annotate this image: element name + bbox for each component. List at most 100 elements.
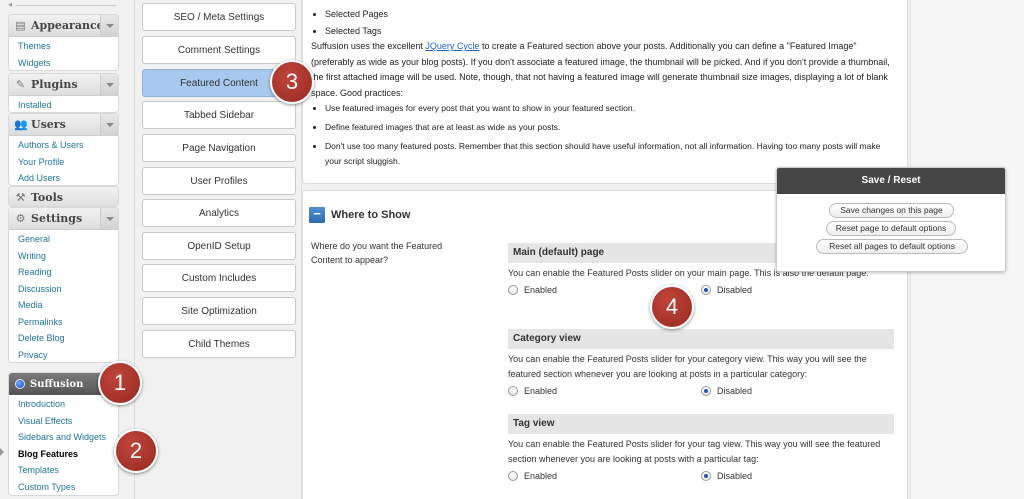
menu-label-appearance: Appearance: [31, 19, 104, 32]
menu-appearance: ▤ Appearance Themes Widgets: [8, 14, 119, 71]
menu-head-plugins[interactable]: ✎ Plugins: [9, 74, 118, 96]
suffusion-logo-icon: [15, 379, 25, 389]
sidebar-item-add-users[interactable]: Add Users: [9, 170, 118, 185]
tab-site-optimization[interactable]: Site Optimization: [142, 297, 296, 325]
sidebar-item-templates[interactable]: Templates: [9, 462, 118, 479]
reset-page-button[interactable]: Reset page to default options: [826, 221, 956, 236]
sidebar-item-authors-users[interactable]: Authors & Users: [9, 137, 118, 154]
tab-custom-includes[interactable]: Custom Includes: [142, 264, 296, 292]
collapse-menu-toggle[interactable]: ◂: [8, 0, 118, 9]
radio-circle[interactable]: [508, 285, 518, 295]
menu-head-settings[interactable]: ⚙ Settings: [9, 208, 118, 230]
sidebar-item-writing[interactable]: Writing: [9, 248, 118, 265]
tab-seo-meta-settings[interactable]: SEO / Meta Settings: [142, 3, 296, 31]
tab-tabbed-sidebar[interactable]: Tabbed Sidebar: [142, 101, 296, 129]
list-item: Selected Pages: [325, 6, 899, 23]
sidebar-item-sidebars-widgets[interactable]: Sidebars and Widgets: [9, 429, 118, 446]
tab-comment-settings[interactable]: Comment Settings: [142, 36, 296, 64]
radio-disabled[interactable]: Disabled: [701, 285, 752, 295]
divider: [16, 5, 116, 6]
reset-all-pages-button[interactable]: Reset all pages to default options: [816, 239, 968, 254]
tab-page-navigation[interactable]: Page Navigation: [142, 134, 296, 162]
radio-circle-selected[interactable]: [701, 386, 711, 396]
callout-1: 1: [98, 361, 142, 405]
menu-label-settings: Settings: [31, 212, 83, 225]
sidebar-item-custom-types[interactable]: Custom Types: [9, 479, 118, 496]
expand-toggle[interactable]: [100, 114, 118, 135]
radio-enabled[interactable]: Enabled: [508, 471, 557, 481]
sidebar-item-privacy[interactable]: Privacy: [9, 347, 118, 363]
callout-2: 2: [114, 429, 158, 473]
radio-enabled[interactable]: Enabled: [508, 386, 557, 396]
expand-toggle[interactable]: [100, 74, 118, 95]
radio-label: Disabled: [717, 471, 753, 481]
intro-text-pre: Suffusion uses the excellent: [311, 41, 426, 51]
sidebar-item-installed[interactable]: Installed: [9, 97, 118, 112]
radio-circle-selected[interactable]: [701, 471, 711, 481]
save-reset-box: Save / Reset Save changes on this page R…: [776, 167, 1006, 272]
option-category-view: Category view You can enable the Feature…: [508, 329, 894, 402]
sidebar-item-blog-features[interactable]: Blog Features: [9, 446, 118, 463]
sidebar-item-introduction[interactable]: Introduction: [9, 396, 118, 413]
radio-disabled[interactable]: Disabled: [701, 386, 752, 396]
menu-label-plugins: Plugins: [31, 78, 78, 91]
save-reset-title: Save / Reset: [777, 168, 1005, 194]
radio-label: Disabled: [717, 285, 753, 295]
radio-circle[interactable]: [508, 471, 518, 481]
radio-enabled[interactable]: Enabled: [508, 285, 557, 295]
featured-description-panel: Selected Pages Selected Tags Suffusion u…: [302, 0, 908, 184]
menu-users: 👥 Users Authors & Users Your Profile Add…: [8, 113, 119, 186]
featured-intro-paragraph: Suffusion uses the excellent JQuery Cycl…: [311, 39, 899, 101]
menu-tools: ⚒ Tools: [8, 186, 119, 207]
expand-toggle[interactable]: [100, 15, 118, 36]
menu-label-suffusion: Suffusion: [30, 378, 84, 390]
plug-icon: ✎: [15, 78, 26, 91]
section-title: Where to Show: [331, 209, 411, 221]
menu-label-users: Users: [31, 118, 66, 131]
sidebar-item-discussion[interactable]: Discussion: [9, 281, 118, 298]
tab-child-themes[interactable]: Child Themes: [142, 330, 296, 358]
option-title: Tag view: [508, 414, 894, 434]
sidebar-item-general[interactable]: General: [9, 231, 118, 248]
callout-4: 4: [650, 285, 694, 329]
sidebar-item-your-profile[interactable]: Your Profile: [9, 154, 118, 171]
where-question-label: Where do you want the Featured Content t…: [311, 241, 443, 265]
list-item: Use featured images for every post that …: [325, 101, 899, 116]
where-to-show-header: − Where to Show: [309, 207, 410, 223]
radio-label: Enabled: [524, 471, 558, 481]
admin-sidebar: ◂ ▤ Appearance Themes Widgets ✎ Plugins …: [0, 0, 126, 499]
sidebar-item-widgets[interactable]: Widgets: [9, 55, 118, 71]
sidebar-item-permalinks[interactable]: Permalinks: [9, 314, 118, 331]
menu-head-appearance[interactable]: ▤ Appearance: [9, 15, 118, 37]
tab-user-profiles[interactable]: User Profiles: [142, 167, 296, 195]
list-item: Define featured images that are at least…: [325, 120, 899, 135]
radio-disabled[interactable]: Disabled: [701, 471, 752, 481]
tab-analytics[interactable]: Analytics: [142, 199, 296, 227]
settings-icon: ⚙: [15, 212, 26, 225]
jquery-cycle-link[interactable]: JQuery Cycle: [425, 41, 479, 51]
sidebar-item-reading[interactable]: Reading: [9, 264, 118, 281]
option-tag-view: Tag view You can enable the Featured Pos…: [508, 414, 894, 487]
sidebar-item-visual-effects[interactable]: Visual Effects: [9, 413, 118, 430]
sidebar-item-themes[interactable]: Themes: [9, 38, 118, 55]
radio-label: Enabled: [524, 285, 558, 295]
save-changes-button[interactable]: Save changes on this page: [829, 203, 954, 218]
palette-icon: ▤: [15, 19, 26, 32]
menu-settings: ⚙ Settings General Writing Reading Discu…: [8, 207, 119, 363]
expand-toggle[interactable]: [100, 208, 118, 229]
radio-circle-selected[interactable]: [701, 285, 711, 295]
radio-circle[interactable]: [508, 386, 518, 396]
callout-3: 3: [270, 60, 314, 104]
collapse-section-button[interactable]: −: [309, 207, 325, 223]
collapse-arrow-icon: ◂: [8, 0, 13, 9]
sidebar-item-delete-blog[interactable]: Delete Blog: [9, 330, 118, 347]
tab-openid-setup[interactable]: OpenID Setup: [142, 232, 296, 260]
menu-head-users[interactable]: 👥 Users: [9, 114, 118, 136]
menu-label-tools: Tools: [31, 191, 63, 204]
radio-label: Enabled: [524, 386, 558, 396]
list-item: Don't use too many featured posts. Remem…: [325, 139, 899, 169]
sidebar-item-media[interactable]: Media: [9, 297, 118, 314]
menu-head-tools[interactable]: ⚒ Tools: [9, 187, 118, 206]
users-icon: 👥: [14, 118, 28, 131]
radio-label: Disabled: [717, 386, 753, 396]
